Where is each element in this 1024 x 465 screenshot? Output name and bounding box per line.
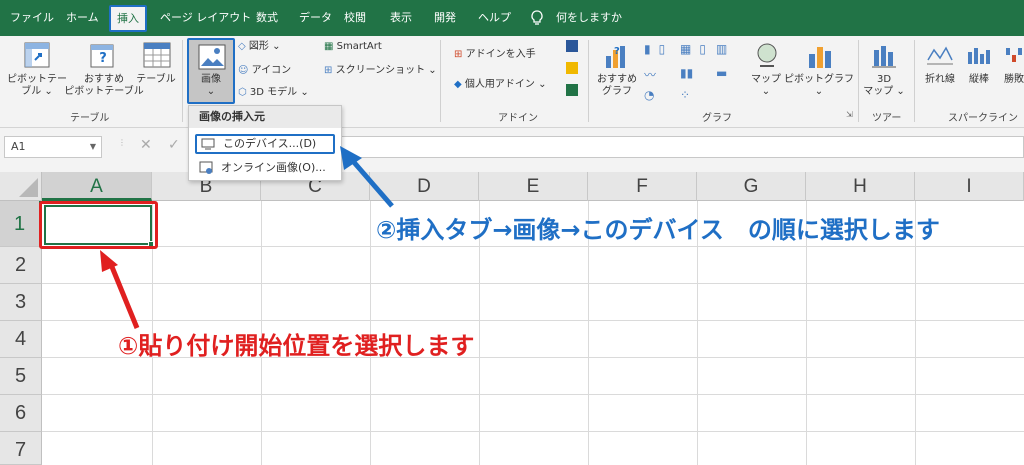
annotation-step-2: ②挿入タブ→画像→このデバイス の順に選択します: [376, 216, 940, 244]
annotation-arrow-red: [107, 261, 140, 329]
annotation-arrow-blue: [350, 158, 394, 208]
annotation-step-1: ①貼り付け開始位置を選択します: [118, 332, 475, 360]
